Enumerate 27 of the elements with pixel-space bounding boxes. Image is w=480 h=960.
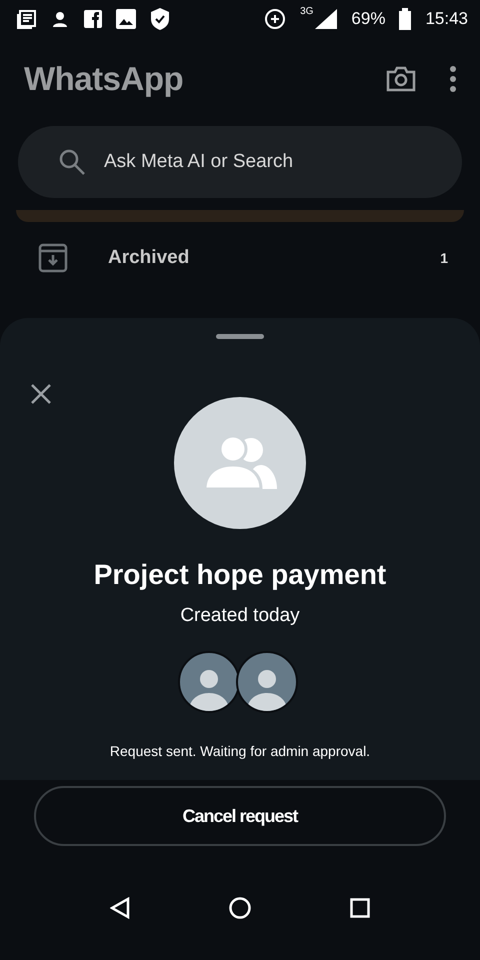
recents-icon[interactable] xyxy=(350,898,370,918)
drag-handle[interactable] xyxy=(216,334,264,339)
archive-icon[interactable] xyxy=(38,243,68,273)
battery-percentage: 69% xyxy=(351,9,386,29)
shield-icon xyxy=(150,8,170,30)
request-status-message: Request sent. Waiting for admin approval. xyxy=(110,743,370,759)
group-name: Project hope payment xyxy=(94,559,386,591)
signal-icon xyxy=(315,9,338,29)
image-icon xyxy=(116,9,136,29)
facebook-icon xyxy=(84,10,102,28)
more-options-icon[interactable] xyxy=(450,66,456,92)
search-bar[interactable]: Ask Meta AI or Search xyxy=(18,126,462,198)
cancel-request-button[interactable]: Cancel request xyxy=(34,786,446,846)
close-icon[interactable] xyxy=(30,383,52,405)
battery-icon xyxy=(399,8,412,30)
app-title: WhatsApp xyxy=(24,60,184,98)
home-icon[interactable] xyxy=(228,897,251,919)
created-date: Created today xyxy=(180,605,300,627)
search-field[interactable]: Ask Meta AI or Search xyxy=(102,150,462,174)
clock-time: 15:43 xyxy=(425,9,468,29)
archived-label[interactable]: Archived xyxy=(108,247,400,269)
back-icon[interactable] xyxy=(110,897,130,919)
news-icon xyxy=(16,8,38,30)
search-icon xyxy=(58,148,86,176)
network-type: 3G xyxy=(300,6,314,17)
camera-icon[interactable] xyxy=(386,66,416,92)
archived-count: 1 xyxy=(440,250,448,266)
